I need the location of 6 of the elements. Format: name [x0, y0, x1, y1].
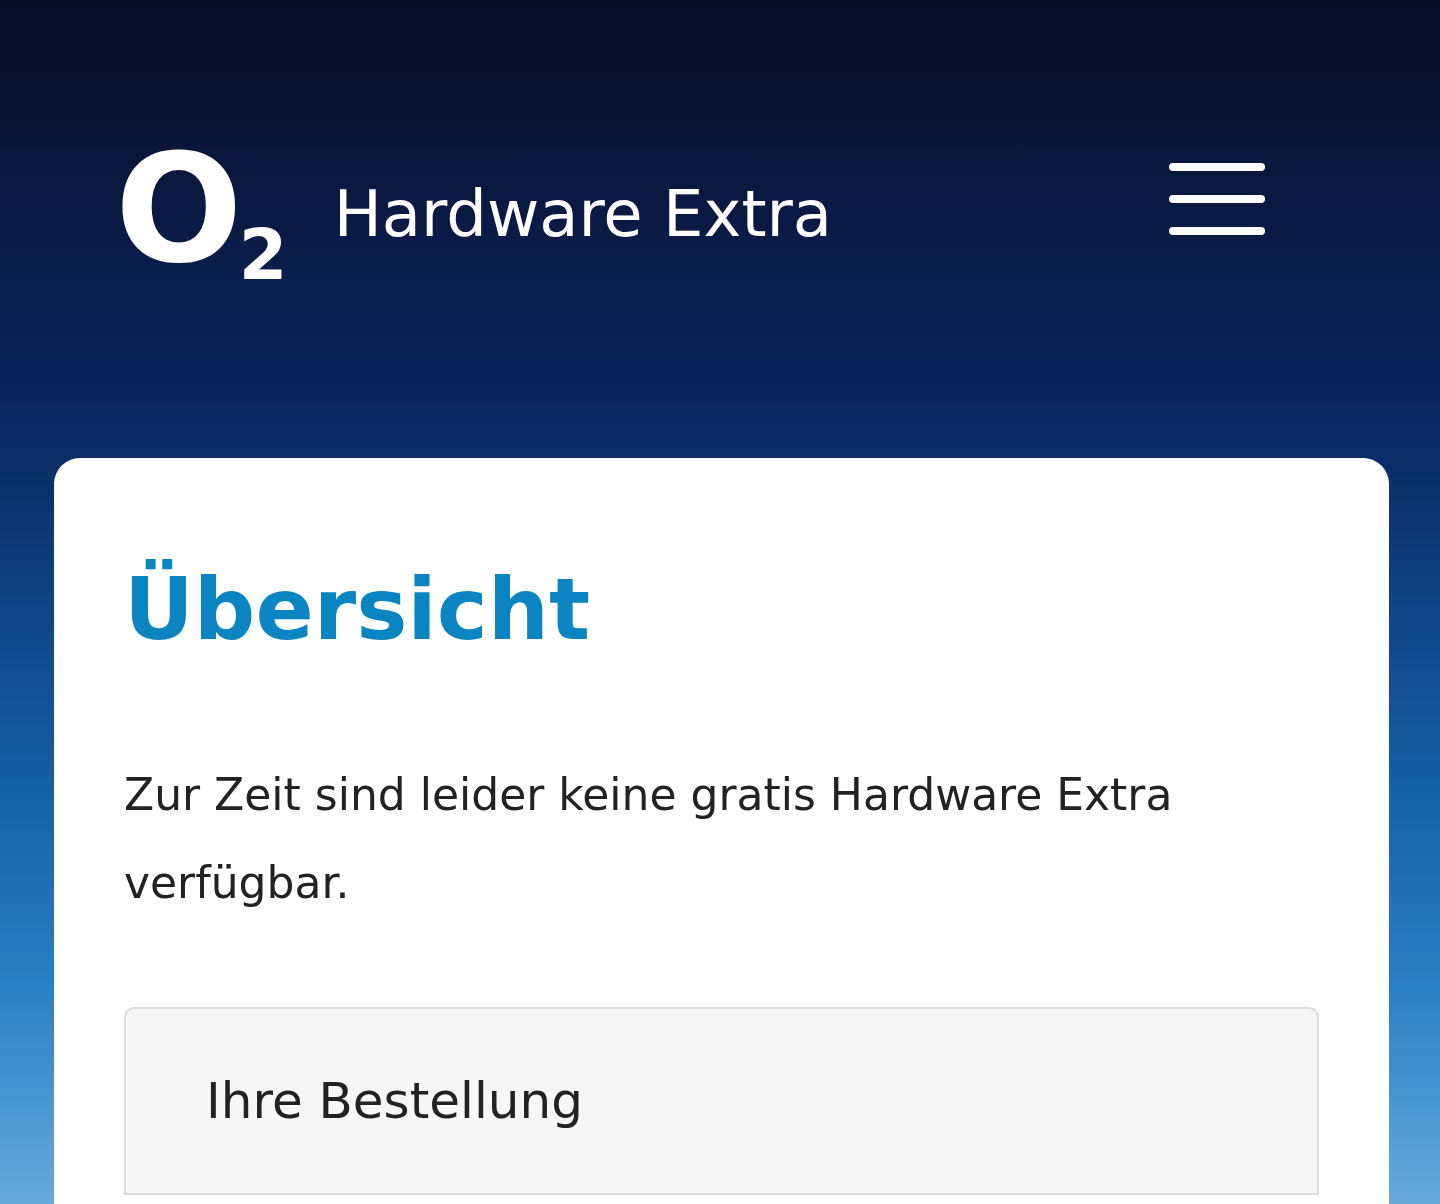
logo[interactable]: O$_{2}$ [115, 134, 284, 284]
info-message: Zur Zeit sind leider keine gratis Hardware Extra verfügbar. [124, 768, 1174, 911]
page-heading: Übersicht [124, 558, 592, 661]
menu-icon[interactable] [1169, 163, 1265, 235]
site-title: Hardware Extra [333, 176, 832, 253]
accordion-item[interactable]: Ihre Bestellung [124, 1007, 1319, 1196]
